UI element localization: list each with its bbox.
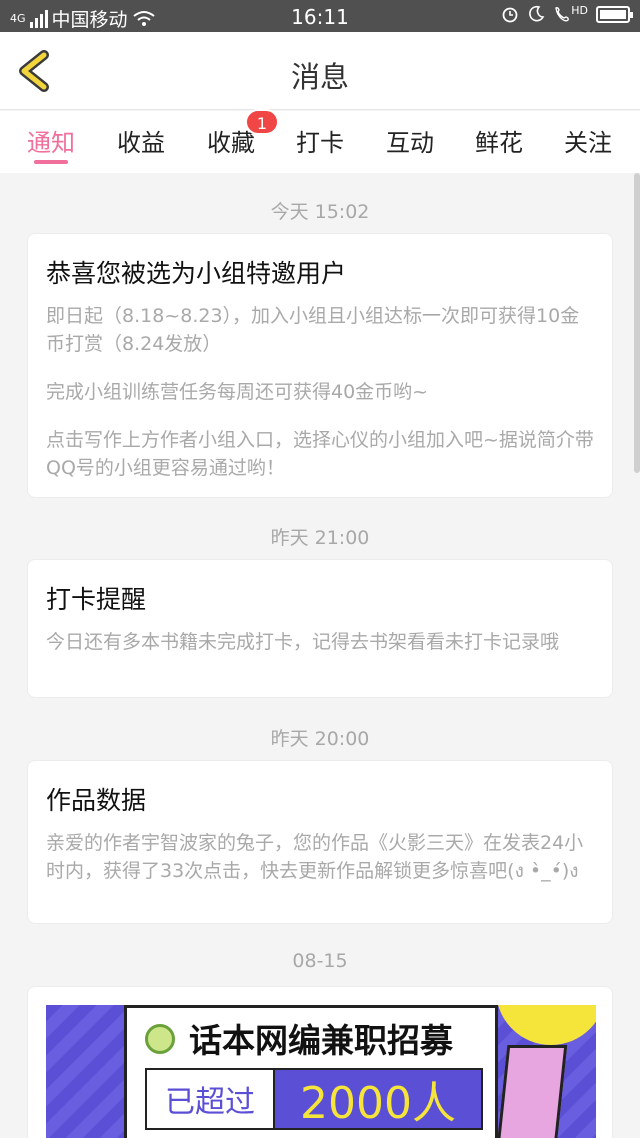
alarm-icon bbox=[502, 7, 518, 23]
promo-banner-card[interactable]: 话本网编兼职招募 已超过 2000人 bbox=[27, 986, 613, 1138]
message-paragraph: 完成小组训练营任务每周还可获得40金币哟~ bbox=[46, 381, 429, 403]
tab-following[interactable]: 关注 bbox=[548, 123, 628, 158]
banner-stat-label: 已超过 bbox=[147, 1070, 275, 1128]
tab-interaction[interactable]: 互动 bbox=[370, 123, 450, 158]
tab-label: 收藏 bbox=[207, 129, 255, 157]
message-time: 昨天 20:00 bbox=[270, 728, 370, 750]
message-paragraph: 点击写作上方作者小组入口，选择心仪的小组加入吧~据说简介带QQ号的小组更容易通过… bbox=[46, 429, 594, 479]
unread-badge: 1 bbox=[245, 109, 279, 135]
banner-decoration bbox=[494, 1045, 568, 1138]
hd-call-icon bbox=[555, 7, 570, 22]
hd-label: HD bbox=[571, 3, 588, 17]
tab-checkin[interactable]: 打卡 bbox=[280, 123, 360, 158]
message-card[interactable]: 作品数据 亲爱的作者宇智波家的兔子，您的作品《火影三天》在发表24小时内，获得了… bbox=[27, 760, 613, 924]
banner-stat: 已超过 2000人 bbox=[145, 1068, 483, 1130]
tab-earnings[interactable]: 收益 bbox=[101, 123, 181, 158]
status-bar: 4G 中国移动 16:11 HD bbox=[0, 0, 640, 32]
logo-icon bbox=[145, 1024, 175, 1054]
message-paragraph: 今日还有多本书籍未完成打卡，记得去书架看看未打卡记录哦 bbox=[46, 631, 560, 653]
tab-label: 鲜花 bbox=[475, 129, 523, 157]
message-title: 恭喜您被选为小组特邀用户 bbox=[46, 259, 347, 288]
banner-stat-number: 2000人 bbox=[275, 1070, 481, 1129]
message-title: 打卡提醒 bbox=[46, 585, 147, 614]
battery-icon bbox=[596, 5, 633, 23]
status-right: HD bbox=[501, 3, 633, 23]
message-title: 作品数据 bbox=[46, 786, 147, 815]
tab-label: 互动 bbox=[386, 129, 434, 157]
tab-label: 通知 bbox=[27, 129, 75, 157]
message-body: 亲爱的作者宇智波家的兔子，您的作品《火影三天》在发表24小时内，获得了33次点击… bbox=[46, 829, 594, 885]
tab-label: 收益 bbox=[117, 129, 165, 157]
message-card[interactable]: 恭喜您被选为小组特邀用户 即日起（8.18~8.23），加入小组且小组达标一次即… bbox=[27, 233, 613, 498]
page-title: 消息 bbox=[290, 60, 349, 94]
tab-flowers[interactable]: 鲜花 bbox=[459, 123, 539, 158]
message-body: 即日起（8.18~8.23），加入小组且小组达标一次即可获得10金币打赏（8.2… bbox=[46, 302, 594, 482]
tab-favorites[interactable]: 收藏 1 bbox=[191, 109, 279, 158]
message-time: 08-15 bbox=[292, 950, 348, 972]
message-paragraph: 亲爱的作者宇智波家的兔子，您的作品《火影三天》在发表24小时内，获得了33次点击… bbox=[46, 832, 584, 882]
tab-label: 打卡 bbox=[296, 129, 344, 157]
active-tab-indicator bbox=[34, 160, 68, 164]
message-paragraph: 即日起（8.18~8.23），加入小组且小组达标一次即可获得10金币打赏（8.2… bbox=[46, 305, 580, 355]
banner-decoration bbox=[496, 1005, 596, 1045]
banner-title: 话本网编兼职招募 bbox=[189, 1021, 453, 1060]
message-card[interactable]: 打卡提醒 今日还有多本书籍未完成打卡，记得去书架看看未打卡记录哦 bbox=[27, 559, 613, 698]
message-body: 今日还有多本书籍未完成打卡，记得去书架看看未打卡记录哦 bbox=[46, 628, 594, 656]
banner-panel: 话本网编兼职招募 已超过 2000人 bbox=[124, 1005, 498, 1138]
app-header: 消息 bbox=[0, 32, 640, 110]
message-time: 今天 15:02 bbox=[270, 201, 370, 223]
moon-icon bbox=[529, 5, 545, 22]
tab-label: 关注 bbox=[564, 129, 612, 157]
tab-bar: 通知 收益 收藏 1 打卡 互动 鲜花 关注 bbox=[0, 109, 640, 173]
message-time: 昨天 21:00 bbox=[270, 527, 370, 549]
tab-notice[interactable]: 通知 bbox=[11, 123, 91, 158]
promo-banner: 话本网编兼职招募 已超过 2000人 bbox=[46, 1005, 596, 1138]
